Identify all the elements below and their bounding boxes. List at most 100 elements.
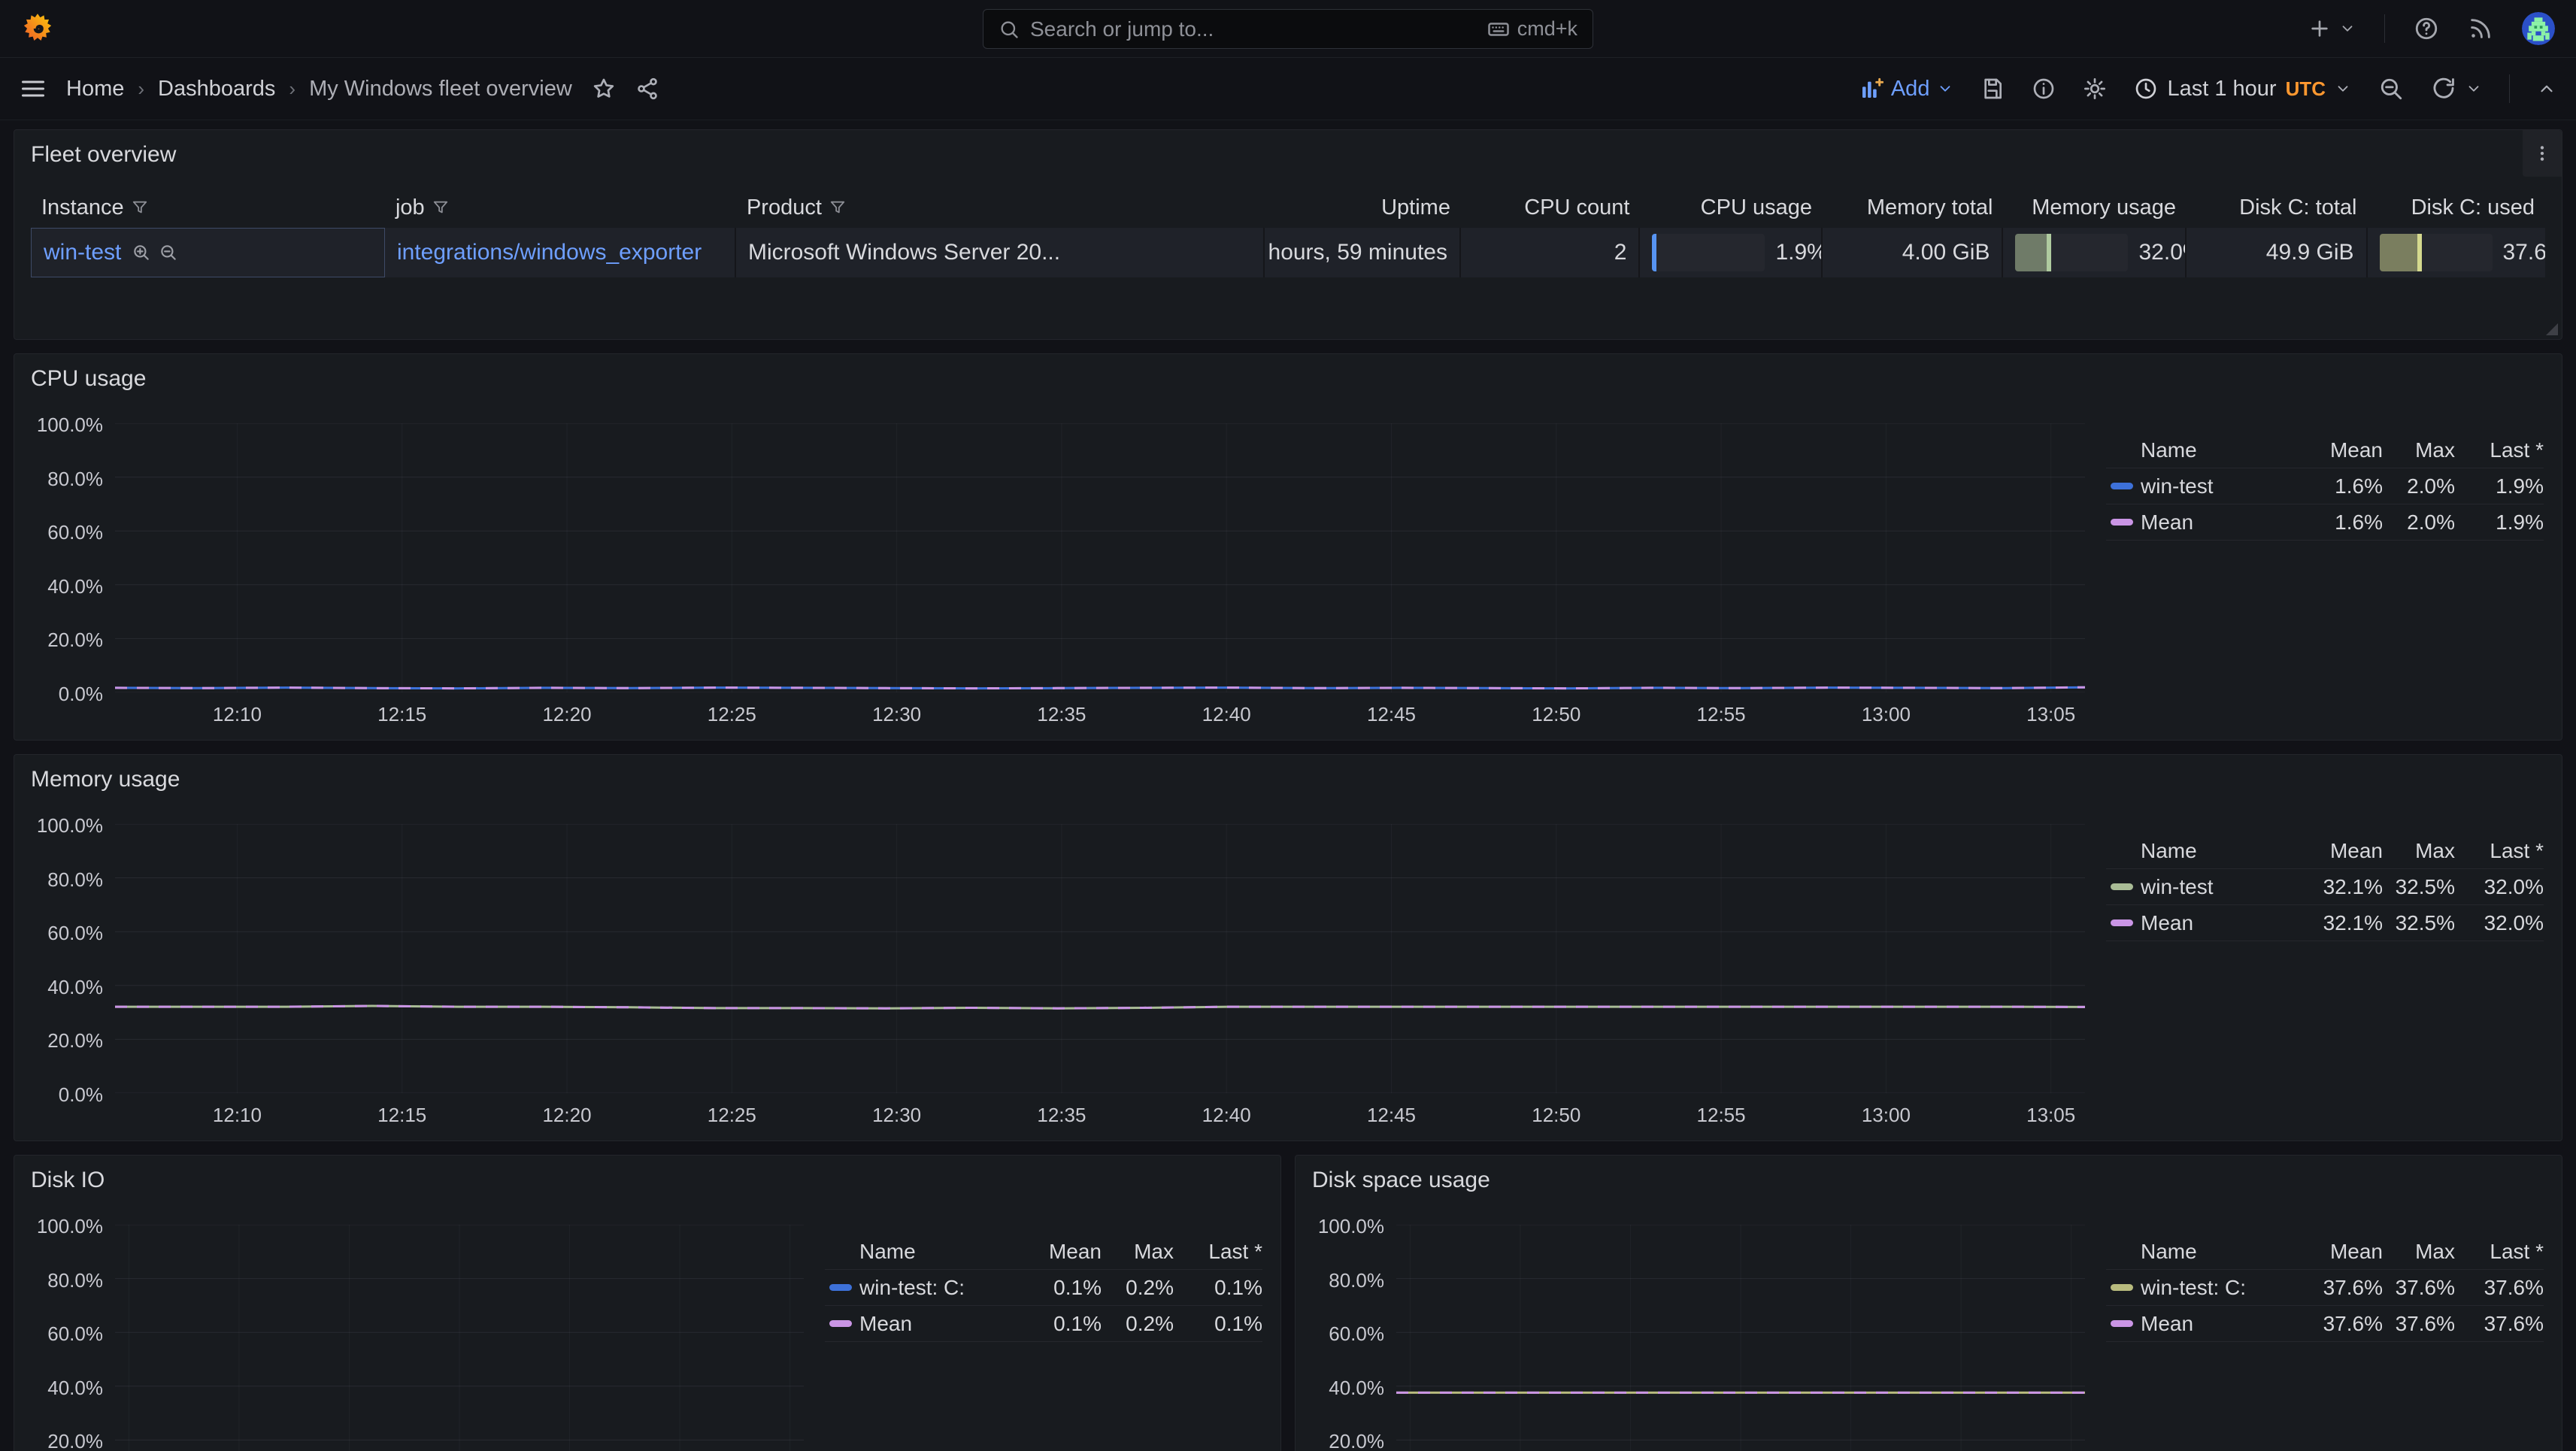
series-swatch [2111, 519, 2133, 526]
panel-resize-handle[interactable] [2546, 323, 2558, 335]
col-memory-total[interactable]: Memory total [1823, 195, 2004, 220]
series-label[interactable]: win-test [2141, 474, 2299, 498]
search-placeholder: Search or jump to... [1030, 17, 1477, 41]
legend-sort-max[interactable]: Max [2383, 839, 2455, 863]
y-tick-label: 20.0% [47, 1029, 103, 1053]
y-tick-label: 100.0% [37, 814, 103, 838]
y-tick-label: 40.0% [1329, 1377, 1384, 1400]
y-tick-label: 80.0% [1329, 1269, 1384, 1292]
save-icon[interactable] [1980, 77, 2005, 101]
refresh-button[interactable] [2431, 76, 2482, 101]
series-label[interactable]: Mean [859, 1312, 1017, 1336]
disk-io-chart: 100.0%80.0%60.0%40.0%20.0%0.0% [31, 1225, 804, 1451]
x-tick-label: 12:25 [708, 1104, 756, 1127]
info-icon[interactable] [2032, 77, 2056, 101]
breadcrumb-dashboards[interactable]: Dashboards [158, 77, 275, 101]
series-last: 1.9% [2455, 510, 2544, 535]
series-last: 32.0% [2455, 911, 2544, 935]
col-cpu-count[interactable]: CPU count [1461, 195, 1641, 220]
legend-sort-max[interactable]: Max [2383, 1240, 2455, 1264]
job-link[interactable]: integrations/windows_exporter [397, 240, 702, 265]
series-swatch [829, 1284, 852, 1291]
legend-sort-name[interactable]: Name [2141, 1240, 2299, 1264]
series-label[interactable]: win-test: C: [859, 1276, 1017, 1300]
fleet-table: Instance job Product Uptime CPU count CP… [31, 187, 2545, 277]
grafana-logo[interactable] [21, 12, 54, 45]
collapse-up-icon[interactable] [2537, 79, 2556, 98]
search-input[interactable]: Search or jump to... cmd+k [983, 9, 1593, 49]
news-rss-icon[interactable] [2468, 16, 2493, 41]
memory-usage-gauge [2015, 234, 2128, 271]
filter-icon[interactable] [829, 199, 846, 216]
time-range-picker[interactable]: Last 1 hour UTC [2134, 77, 2351, 101]
legend-sort-mean[interactable]: Mean [2299, 1240, 2383, 1264]
panel-title[interactable]: Disk IO [14, 1156, 1280, 1193]
table-row: win-test integrations/windows_exporter M… [31, 228, 2545, 277]
col-disk-used[interactable]: Disk C: used [2368, 195, 2546, 220]
panel-menu-kebab-icon[interactable] [2523, 130, 2562, 177]
add-button-label: Add [1891, 77, 1930, 101]
plot-area[interactable] [115, 824, 2085, 1093]
col-instance[interactable]: Instance [31, 195, 385, 220]
plot-area[interactable] [1396, 1225, 2085, 1451]
plot-area[interactable] [115, 423, 2085, 692]
favorite-star-icon[interactable] [592, 77, 616, 101]
legend-sort-last[interactable]: Last * [2455, 438, 2544, 462]
timezone-label: UTC [2286, 77, 2326, 101]
add-button[interactable]: Add [1859, 77, 1954, 101]
col-job[interactable]: job [385, 195, 736, 220]
y-tick-label: 60.0% [47, 1322, 103, 1346]
disk-used-value: 37.6% [2503, 240, 2546, 265]
panel-title[interactable]: Memory usage [14, 755, 2562, 792]
zoom-out-icon[interactable] [159, 243, 178, 262]
panel-title[interactable]: Fleet overview [14, 130, 2562, 168]
y-tick-label: 100.0% [37, 1215, 103, 1238]
add-panel-icon [1859, 77, 1884, 101]
user-avatar[interactable] [2522, 12, 2555, 45]
chevron-down-icon [1937, 80, 1953, 97]
settings-gear-icon[interactable] [2083, 77, 2107, 101]
legend-sort-max[interactable]: Max [1102, 1240, 1174, 1264]
legend-sort-mean[interactable]: Mean [2299, 438, 2383, 462]
disk-space-chart: 100.0%80.0%60.0%40.0%20.0%0.0% [1312, 1225, 2085, 1451]
menu-hamburger-icon[interactable] [20, 75, 47, 102]
legend-sort-name[interactable]: Name [2141, 438, 2299, 462]
col-product[interactable]: Product [736, 195, 1265, 220]
series-label[interactable]: Mean [2141, 1312, 2299, 1336]
series-label[interactable]: Mean [2141, 510, 2299, 535]
col-uptime[interactable]: Uptime [1265, 195, 1461, 220]
filter-icon[interactable] [432, 199, 449, 216]
search-icon [999, 19, 1020, 40]
legend-sort-last[interactable]: Last * [2455, 839, 2544, 863]
x-tick-label: 12:35 [1037, 703, 1086, 726]
legend-sort-last[interactable]: Last * [2455, 1240, 2544, 1264]
legend-sort-name[interactable]: Name [859, 1240, 1017, 1264]
y-tick-label: 80.0% [47, 1269, 103, 1292]
legend-sort-name[interactable]: Name [2141, 839, 2299, 863]
share-icon[interactable] [635, 77, 659, 101]
col-disk-total[interactable]: Disk C: total [2187, 195, 2368, 220]
col-memory-usage[interactable]: Memory usage [2003, 195, 2187, 220]
help-icon[interactable] [2414, 16, 2439, 41]
series-label[interactable]: win-test [2141, 875, 2299, 899]
plot-area[interactable] [115, 1225, 804, 1451]
legend-sort-mean[interactable]: Mean [2299, 839, 2383, 863]
legend-sort-last[interactable]: Last * [1174, 1240, 1262, 1264]
x-tick-label: 12:10 [213, 1104, 262, 1127]
series-label[interactable]: win-test: C: [2141, 1276, 2299, 1300]
breadcrumb-home[interactable]: Home [66, 77, 124, 101]
filter-icon[interactable] [132, 199, 148, 216]
zoom-out-icon[interactable] [2378, 76, 2404, 101]
series-label[interactable]: Mean [2141, 911, 2299, 935]
col-cpu-usage[interactable]: CPU usage [1640, 195, 1823, 220]
legend-sort-mean[interactable]: Mean [1017, 1240, 1102, 1264]
y-tick-label: 60.0% [47, 521, 103, 544]
legend-sort-max[interactable]: Max [2383, 438, 2455, 462]
new-button[interactable] [2308, 17, 2356, 41]
series-mean: 37.6% [2299, 1276, 2383, 1300]
panel-title[interactable]: Disk space usage [1296, 1156, 2562, 1193]
zoom-in-icon[interactable] [132, 243, 151, 262]
panel-title[interactable]: CPU usage [14, 354, 2562, 392]
series-swatch [829, 1320, 852, 1327]
instance-link[interactable]: win-test [44, 240, 121, 265]
